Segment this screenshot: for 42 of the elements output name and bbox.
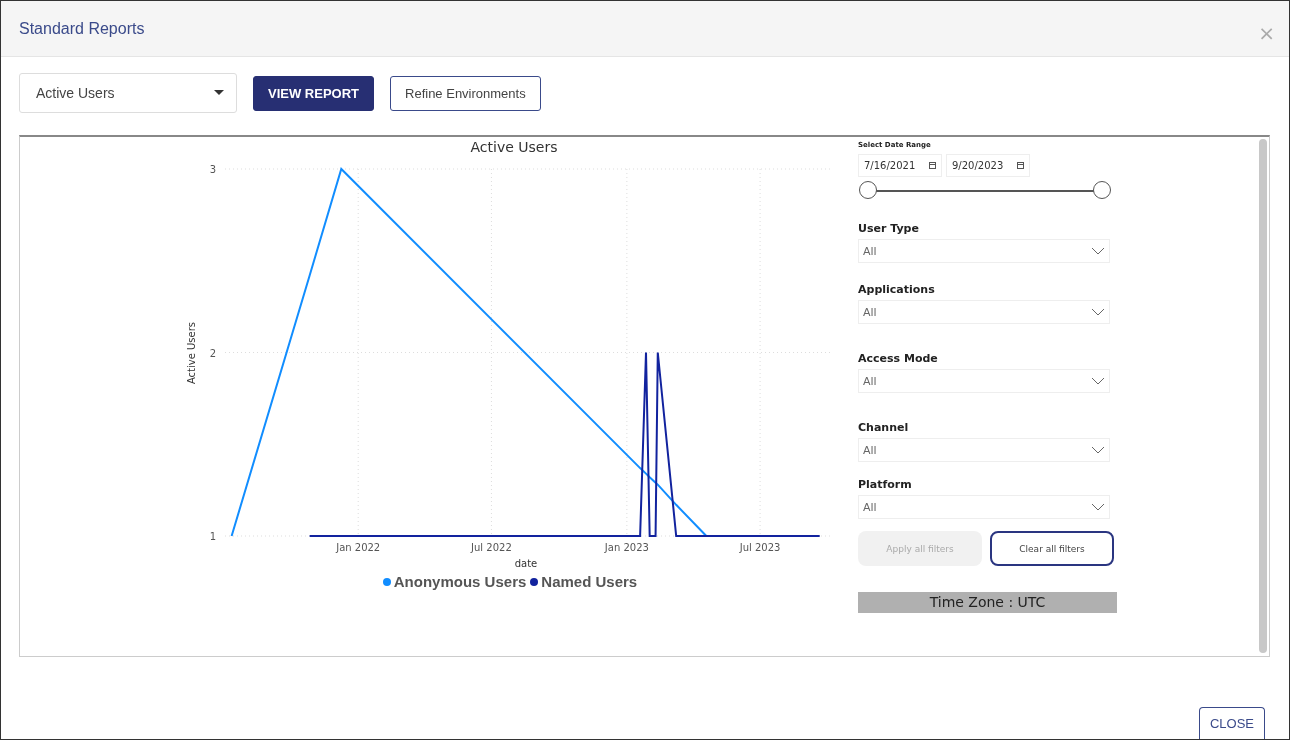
caret-icon bbox=[214, 90, 224, 96]
chevron-down-icon bbox=[1091, 377, 1105, 385]
chevron-down-icon bbox=[1091, 308, 1105, 316]
axis-tick-label: Jul 2022 bbox=[471, 542, 512, 553]
chart-title: Active Users bbox=[470, 139, 558, 155]
legend-label: Anonymous Users bbox=[393, 573, 527, 590]
window-title: Standard Reports bbox=[19, 19, 145, 38]
close-button[interactable]: CLOSE bbox=[1199, 707, 1265, 739]
slicer-dropdown[interactable]: All bbox=[858, 495, 1110, 519]
slider-handle[interactable] bbox=[1093, 181, 1111, 199]
slicer-dropdown[interactable]: All bbox=[858, 438, 1110, 462]
slicer-dropdown[interactable]: All bbox=[858, 369, 1110, 393]
chevron-down-icon bbox=[1091, 247, 1105, 255]
calendar-icon bbox=[1017, 162, 1024, 169]
view-report-button[interactable]: VIEW REPORT bbox=[253, 75, 374, 111]
axis-tick-label: Jan 2023 bbox=[604, 542, 649, 553]
end-date-field[interactable]: 9/20/2023 bbox=[946, 154, 1030, 177]
slicer-label: User Type bbox=[858, 222, 920, 235]
axis-title: date bbox=[514, 558, 538, 569]
slicer-label: Access Mode bbox=[858, 352, 939, 365]
clear-filters-button[interactable]: Clear all filters bbox=[990, 531, 1114, 566]
slicer-label: Applications bbox=[858, 283, 936, 296]
scrollbar[interactable] bbox=[1259, 139, 1267, 653]
slicer-dropdown[interactable]: All bbox=[858, 239, 1110, 263]
slicer-dropdown[interactable]: All bbox=[858, 300, 1110, 324]
refine-button[interactable]: Refine Environments bbox=[390, 75, 541, 111]
calendar-icon bbox=[929, 162, 936, 169]
axis-tick-label: Jul 2023 bbox=[739, 542, 781, 553]
chevron-down-icon bbox=[1091, 503, 1105, 511]
legend-label: Named Users bbox=[541, 573, 638, 590]
axis-tick-label: 2 bbox=[209, 347, 216, 359]
axis-tick-label: 1 bbox=[209, 531, 216, 542]
axis-tick-label: 3 bbox=[209, 164, 216, 175]
start-date-field[interactable]: 7/16/2021 bbox=[858, 154, 942, 177]
report-select[interactable]: Active Users bbox=[19, 73, 237, 113]
slicer-label: Channel bbox=[858, 421, 910, 434]
axis-tick-label: Jan 2022 bbox=[336, 542, 381, 553]
chevron-down-icon bbox=[1091, 446, 1105, 454]
slider-handle[interactable] bbox=[859, 181, 877, 199]
time-zone-banner: Time Zone : UTC bbox=[858, 592, 1117, 613]
axis-title: Active Users bbox=[186, 321, 197, 385]
slicer-label: Platform bbox=[858, 478, 913, 491]
